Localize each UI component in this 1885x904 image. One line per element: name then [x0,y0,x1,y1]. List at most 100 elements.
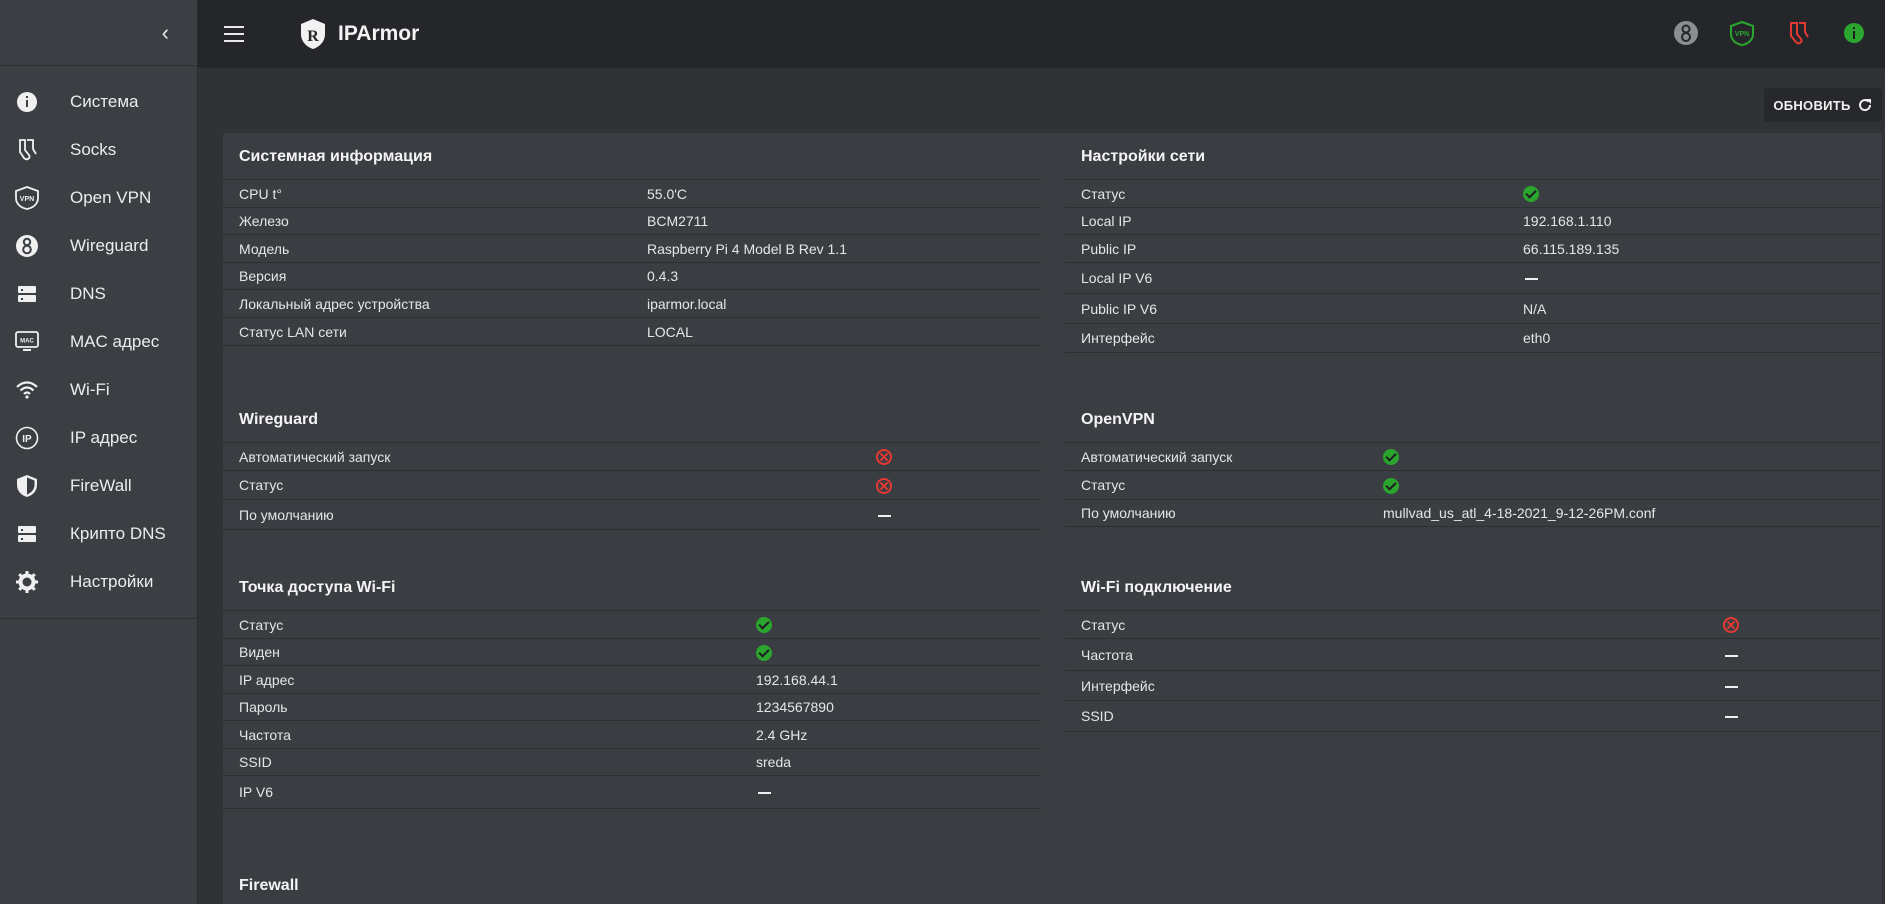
row-label: SSID [239,754,272,770]
menu-icon[interactable] [224,26,244,42]
row-label: Железо [239,213,289,229]
sidebar-item-socks[interactable]: Socks [0,126,197,174]
vpn-status-icon[interactable]: VPN [1727,18,1757,48]
row-label: Автоматический запуск [239,448,391,465]
dash-icon [1525,278,1538,281]
row-value: 55.0'C [647,185,688,202]
iparmor-logo-icon: R [301,19,325,49]
wifi-icon [14,377,40,403]
info-row: Железо BCM2711 [223,208,1041,235]
info-row: Статус [223,611,1041,639]
info-status-icon[interactable] [1839,18,1869,48]
sidebar-item-dns[interactable]: DNS [0,270,197,318]
sidebar-item-label: Socks [70,140,117,159]
info-row: IP адрес 192.168.44.1 [223,666,1041,694]
row-label: Пароль [239,699,288,715]
row-label: Статус [239,616,284,633]
row-value: BCM2711 [647,213,709,229]
sidebar-item-mac-адрес[interactable]: MAC MAC адрес [0,318,197,366]
row-label: Локальный адрес устройства [239,295,430,312]
row-value: Raspberry Pi 4 Model B Rev 1.1 [647,240,847,257]
info-row: Статус LAN сети LOCAL [223,318,1041,346]
info-row: Local IP V6 [1065,263,1882,294]
row-label: IP адрес [239,671,295,688]
dash-icon [878,514,891,517]
dns-icon [14,281,40,307]
check-circle-icon [756,617,772,634]
refresh-label: ОБНОВИТЬ [1773,97,1851,113]
row-value: N/A [1523,300,1547,317]
sidebar-item-ip-адрес[interactable]: IP IP адрес [0,414,197,462]
sidebar-item-label: MAC адрес [70,332,160,351]
gear-icon [14,569,40,595]
sidebar-item-wireguard[interactable]: Wireguard [0,222,197,270]
section-title: Настройки сети [1065,133,1882,180]
chevron-left-icon[interactable]: ‹ [162,21,169,44]
row-label: Статус [239,477,284,493]
shield-icon [14,473,40,499]
info-row: Статус [1065,611,1882,639]
wifi-ap-section: Точка доступа Wi-Fi Статус Виден IP адрес 19… [223,564,1041,809]
row-label: По умолчанию [1081,505,1176,521]
section-title: Wireguard [223,396,1041,443]
sidebar-item-система[interactable]: Система [0,78,197,126]
vpn-icon: VPN [14,185,40,211]
row-label: Автоматический запуск [1081,448,1233,465]
row-value: 2.4 GHz [756,726,808,743]
mac-icon: MAC [14,329,40,355]
socks-status-icon[interactable] [1783,18,1813,48]
svg-text:VPN: VPN [20,196,34,203]
dash-icon [1725,716,1738,719]
sidebar-item-wi-fi[interactable]: Wi-Fi [0,366,197,414]
refresh-icon [1858,99,1871,112]
row-label: Статус [1081,185,1126,202]
sidebar-item-label: Система [70,92,139,111]
section-title: Wi-Fi подключение [1065,564,1882,611]
row-label: По умолчанию [239,506,334,523]
wifi-client-section: Wi-Fi подключение Статус Частота Интерфейс S… [1065,564,1882,732]
check-circle-icon [756,644,772,661]
info-row: Интерфейс eth0 [1065,324,1882,353]
row-label: IP V6 [239,784,273,800]
openvpn-section: OpenVPN Автоматический запуск Статус По умо… [1065,396,1882,527]
info-row: По умолчанию mullvad_us_atl_4-18-2021_9-1… [1065,500,1882,527]
refresh-button[interactable]: ОБНОВИТЬ [1764,88,1882,122]
info-row: Локальный адрес устройства iparmor.local [223,290,1041,318]
row-label: Public IP [1081,240,1137,257]
wireguard-icon [14,233,40,259]
row-label: Статус LAN сети [239,323,347,340]
row-value: LOCAL [647,323,693,340]
system-info-section: Системная информация CPU t° 55.0'C Железо BC… [223,133,1041,346]
check-circle-icon [1523,186,1539,203]
section-title: Системная информация [223,133,1041,180]
wireguard-status-icon[interactable] [1671,18,1701,48]
info-icon [14,89,40,115]
row-label: CPU t° [239,185,282,202]
error-circle-icon [876,449,892,466]
sidebar-item-firewall[interactable]: FireWall [0,462,197,510]
sidebar-item-настройки[interactable]: Настройки [0,558,197,606]
sidebar-header: ‹ [0,0,197,66]
sidebar-item-label: Wireguard [70,236,149,255]
info-row: Интерфейс [1065,671,1882,701]
info-row: SSID [1065,701,1882,732]
info-row: Public IP V6 N/A [1065,294,1882,324]
sidebar-item-label: Настройки [70,572,154,591]
firewall-section: Firewall [223,862,1041,904]
sidebar-item-label: FireWall [70,476,132,495]
dash-icon [1725,685,1738,688]
row-value: 192.168.1.110 [1523,213,1612,229]
row-value: 1234567890 [756,699,834,715]
row-value: eth0 [1523,330,1551,346]
row-label: Local IP V6 [1081,270,1153,286]
sidebar-item-open-vpn[interactable]: VPN Open VPN [0,174,197,222]
row-label: Виден [239,644,280,660]
info-row: Частота 2.4 GHz [223,721,1041,749]
info-row: SSID sreda [223,749,1041,776]
section-title: Firewall [239,877,299,894]
row-label: Частота [1081,646,1133,663]
topbar: R IPArmor VPN [198,0,1885,68]
sidebar-item-крипто-dns[interactable]: Крипто DNS [0,510,197,558]
row-value: 192.168.44.1 [756,671,838,688]
svg-text:IP: IP [22,434,32,445]
